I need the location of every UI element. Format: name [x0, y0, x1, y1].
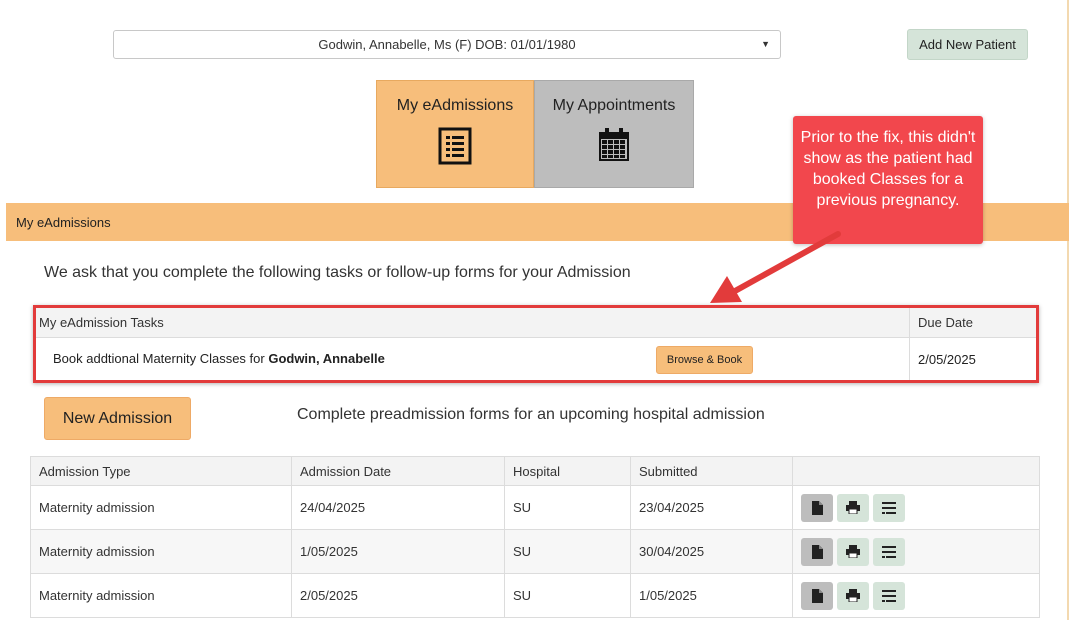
cell-hospital: SU — [504, 573, 631, 618]
tab-my-eadmissions-label: My eAdmissions — [396, 97, 514, 114]
cell-admission-date: 2/05/2025 — [291, 573, 505, 618]
task-patient-name: Godwin, Annabelle — [268, 351, 385, 366]
list-form-icon — [438, 127, 472, 170]
column-actions — [792, 456, 1040, 486]
add-new-patient-button[interactable]: Add New Patient — [907, 29, 1028, 60]
cell-actions — [792, 573, 1040, 618]
cell-hospital: SU — [504, 485, 631, 530]
section-title: My eAdmissions — [16, 214, 111, 230]
summary-list-icon[interactable] — [873, 537, 905, 566]
tab-my-eadmissions[interactable]: My eAdmissions — [376, 80, 534, 188]
cell-admission-date: 24/04/2025 — [291, 485, 505, 530]
admissions-table-header: Admission Type Admission Date Hospital S… — [30, 456, 1040, 486]
new-admission-description: Complete preadmission forms for an upcom… — [297, 406, 765, 423]
summary-list-icon[interactable] — [873, 581, 905, 610]
task-text-prefix: Book addtional Maternity Classes for — [53, 351, 269, 366]
annotation-callout: Prior to the fix, this didn't show as th… — [793, 116, 983, 244]
patient-select[interactable]: Godwin, Annabelle, Ms (F) DOB: 01/01/198… — [113, 30, 781, 59]
column-submitted: Submitted — [630, 456, 793, 486]
new-admission-button[interactable]: New Admission — [44, 397, 191, 440]
browse-and-book-button[interactable]: Browse & Book — [656, 346, 753, 374]
cell-submitted: 1/05/2025 — [630, 573, 793, 618]
admissions-table: Admission Type Admission Date Hospital S… — [30, 456, 1040, 618]
print-icon[interactable] — [837, 537, 869, 566]
cell-hospital: SU — [504, 529, 631, 574]
tab-my-appointments-label: My Appointments — [552, 97, 676, 114]
patient-select-value: Godwin, Annabelle, Ms (F) DOB: 01/01/198… — [318, 37, 576, 52]
cell-submitted: 23/04/2025 — [630, 485, 793, 530]
print-icon[interactable] — [837, 581, 869, 610]
document-icon[interactable] — [801, 581, 833, 610]
task-due-date: 2/05/2025 — [918, 352, 976, 367]
document-icon[interactable] — [801, 493, 833, 522]
chevron-down-icon: ▼ — [761, 39, 770, 49]
cell-admission-type: Maternity admission — [30, 573, 292, 618]
calendar-icon — [597, 127, 631, 168]
tasks-header-due: Due Date — [918, 315, 973, 330]
table-row: Maternity admission 2/05/2025 SU 1/05/20… — [30, 573, 1040, 618]
cell-admission-date: 1/05/2025 — [291, 529, 505, 574]
tasks-table: My eAdmission Tasks Due Date Book addtio… — [33, 306, 1039, 382]
cell-admission-type: Maternity admission — [30, 485, 292, 530]
tasks-column-divider — [909, 307, 910, 381]
column-admission-date: Admission Date — [291, 456, 505, 486]
cell-submitted: 30/04/2025 — [630, 529, 793, 574]
column-admission-type: Admission Type — [30, 456, 292, 486]
tasks-table-header: My eAdmission Tasks Due Date — [34, 307, 1038, 338]
tasks-header-task: My eAdmission Tasks — [39, 315, 164, 330]
tab-my-appointments[interactable]: My Appointments — [534, 80, 694, 188]
summary-list-icon[interactable] — [873, 493, 905, 522]
table-row: Maternity admission 24/04/2025 SU 23/04/… — [30, 485, 1040, 530]
table-row: Maternity admission 1/05/2025 SU 30/04/2… — [30, 529, 1040, 574]
cell-admission-type: Maternity admission — [30, 529, 292, 574]
task-description: Book addtional Maternity Classes for God… — [53, 351, 385, 366]
column-hospital: Hospital — [504, 456, 631, 486]
cell-actions — [792, 485, 1040, 530]
cell-actions — [792, 529, 1040, 574]
print-icon[interactable] — [837, 493, 869, 522]
document-icon[interactable] — [801, 537, 833, 566]
intro-text: We ask that you complete the following t… — [44, 264, 631, 281]
